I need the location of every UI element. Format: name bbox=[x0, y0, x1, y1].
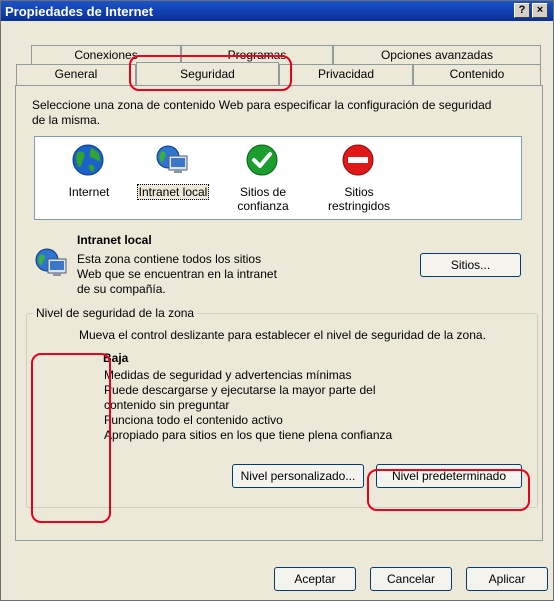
tab-general[interactable]: General bbox=[16, 64, 136, 85]
zone-intro-line1: Seleccione una zona de contenido Web par… bbox=[32, 98, 492, 112]
selected-zone-desc-line2: Web que se encuentran en la intranet bbox=[77, 267, 277, 281]
green-check-icon bbox=[246, 144, 278, 176]
zone-internet[interactable]: Internet bbox=[49, 137, 129, 221]
red-no-entry-icon bbox=[342, 144, 374, 176]
zone-label-sitios-de-confianza: Sitios de confianza bbox=[223, 185, 303, 213]
close-button[interactable]: × bbox=[532, 3, 548, 18]
zone-label-internet: Internet bbox=[68, 185, 110, 199]
default-level-button[interactable]: Nivel predeterminado bbox=[376, 464, 522, 488]
zone-list: Internet Intranet local Sitios de confia… bbox=[34, 136, 522, 220]
selected-zone-desc-line3: de su compañía. bbox=[77, 282, 166, 296]
sites-button[interactable]: Sitios... bbox=[420, 253, 521, 277]
custom-level-button[interactable]: Nivel personalizado... bbox=[232, 464, 364, 488]
zone-intranet-local[interactable]: Intranet local bbox=[133, 137, 213, 221]
zone-label-sitios-restringidos-text: Sitios restringidos bbox=[327, 185, 391, 213]
zone-label-sitios-restringidos: Sitios restringidos bbox=[319, 185, 399, 213]
tab-seguridad[interactable]: Seguridad bbox=[136, 62, 279, 85]
level-detail-3: contenido sin preguntar bbox=[104, 398, 230, 412]
security-level-group-label: Nivel de seguridad de la zona bbox=[33, 306, 198, 320]
title-bar[interactable]: Propiedades de Internet ? × bbox=[1, 1, 553, 21]
level-detail-5: Apropiado para sitios en los que tiene p… bbox=[104, 428, 393, 442]
globe-icon bbox=[72, 144, 104, 176]
apply-button[interactable]: Aplicar bbox=[466, 567, 548, 591]
selected-zone-desc-line1: Esta zona contiene todos los sitios bbox=[77, 252, 262, 266]
tab-privacidad[interactable]: Privacidad bbox=[279, 64, 413, 85]
zone-label-intranet-local: Intranet local bbox=[133, 184, 213, 200]
tab-contenido[interactable]: Contenido bbox=[413, 64, 541, 85]
ok-button[interactable]: Aceptar bbox=[274, 567, 356, 591]
internet-properties-dialog: Propiedades de Internet ? × Conexiones P… bbox=[0, 0, 554, 601]
tab-opciones-avanzadas[interactable]: Opciones avanzadas bbox=[333, 45, 541, 64]
cancel-button[interactable]: Cancelar bbox=[370, 567, 452, 591]
level-detail-1: Medidas de seguridad y advertencias míni… bbox=[104, 368, 352, 382]
level-detail-2: Puede descargarse y ejecutarse la mayor … bbox=[104, 383, 376, 397]
local-intranet-icon bbox=[156, 145, 188, 173]
zone-label-sitios-de-confianza-text: Sitios de confianza bbox=[237, 185, 289, 213]
level-detail-4: Funciona todo el contenido activo bbox=[104, 413, 283, 427]
zone-intro-line2: de la misma. bbox=[32, 113, 101, 127]
selected-zone-title: Intranet local bbox=[77, 233, 152, 247]
slider-hint: Mueva el control deslizante para estable… bbox=[79, 328, 486, 342]
help-button[interactable]: ? bbox=[514, 3, 530, 18]
security-level-group: Nivel de seguridad de la zona Mueva el c… bbox=[26, 306, 538, 508]
security-level-name: Baja bbox=[103, 351, 129, 365]
local-intranet-icon bbox=[35, 248, 67, 276]
zone-label-intranet-local-text: Intranet local bbox=[136, 184, 210, 200]
window-title: Propiedades de Internet bbox=[5, 4, 154, 19]
zone-sitios-de-confianza[interactable]: Sitios de confianza bbox=[223, 137, 303, 221]
zone-sitios-restringidos[interactable]: Sitios restringidos bbox=[319, 137, 399, 221]
security-tab-panel: Seleccione una zona de contenido Web par… bbox=[15, 85, 543, 541]
